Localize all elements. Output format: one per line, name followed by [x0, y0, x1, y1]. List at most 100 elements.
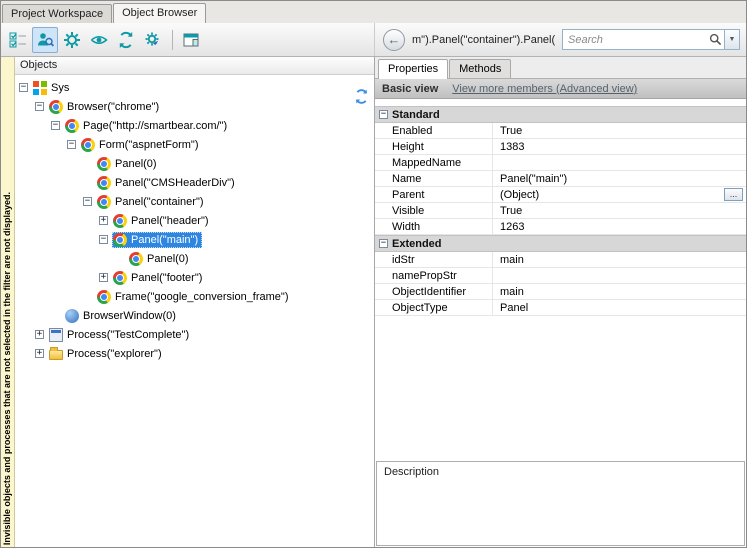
property-row[interactable]: EnabledTrue [375, 123, 746, 139]
property-name: idStr [375, 252, 493, 267]
tree-item[interactable]: −Page("http://smartbear.com/") [15, 116, 374, 135]
section-header[interactable]: −Extended [375, 235, 746, 252]
collapse-icon[interactable]: − [379, 110, 388, 119]
search-box: ▼ [562, 29, 740, 50]
tree-item-label: Panel("main") [131, 234, 198, 246]
tab-methods[interactable]: Methods [449, 59, 511, 78]
description-panel: Description [376, 461, 745, 546]
object-path[interactable]: m").Panel("container").Panel("main") [412, 34, 555, 46]
visibility-eye-icon [90, 31, 108, 49]
tree-item[interactable]: Panel("CMSHeaderDiv") [15, 173, 374, 192]
search-icon[interactable] [706, 33, 724, 46]
tree-item-content[interactable]: Panel(0) [96, 156, 161, 172]
advanced-gear-button[interactable] [140, 27, 166, 53]
chrome-icon [81, 138, 95, 152]
process-window-icon [49, 328, 63, 342]
tree-item-content[interactable]: Panel("header") [112, 213, 213, 229]
tree-item[interactable]: + Process("TestComplete") [15, 325, 374, 344]
collapse-icon[interactable]: − [19, 83, 28, 92]
property-row[interactable]: idStrmain [375, 252, 746, 268]
tree-item[interactable]: + Panel("footer") [15, 268, 374, 287]
tree-item-content[interactable]: Panel("main") [112, 232, 202, 248]
filter-checklist-button[interactable] [5, 27, 31, 53]
tree-item[interactable]: −Sys [15, 78, 374, 97]
expand-icon[interactable]: + [35, 330, 44, 339]
collapse-icon[interactable]: − [67, 140, 76, 149]
property-row[interactable]: Visible True [375, 203, 746, 219]
filter-note-text: Invisible objects and processes that are… [2, 192, 12, 545]
advanced-view-link[interactable]: View more members (Advanced view) [452, 83, 637, 95]
tree-item[interactable]: −Panel("container") [15, 192, 374, 211]
tree-item-content[interactable]: Browser("chrome") [48, 99, 163, 115]
property-name: Visible [375, 203, 493, 218]
back-button[interactable]: ← [383, 29, 405, 51]
expand-icon[interactable]: + [35, 349, 44, 358]
expand-icon[interactable]: + [99, 216, 108, 225]
collapse-icon[interactable]: − [379, 239, 388, 248]
tree-item-content[interactable]: Panel("footer") [112, 270, 206, 286]
search-dropdown-button[interactable]: ▼ [724, 30, 739, 49]
settings-gear-button[interactable] [59, 27, 85, 53]
tab-object-browser[interactable]: Object Browser [113, 3, 206, 23]
tree-item-content[interactable]: Page("http://smartbear.com/") [64, 118, 231, 134]
tree-item-content[interactable]: Panel("container") [96, 194, 208, 210]
tree-item-content[interactable]: Frame("google_conversion_frame") [96, 289, 293, 305]
tree-item-content[interactable]: Sys [32, 80, 73, 96]
ellipsis-button[interactable]: ... [724, 188, 743, 201]
chrome-icon [129, 252, 143, 266]
tree-item[interactable]: −Form("aspnetForm") [15, 135, 374, 154]
refresh-button[interactable] [113, 27, 139, 53]
collapse-icon[interactable]: − [51, 121, 60, 130]
tree-item-label: Process("TestComplete") [67, 329, 189, 341]
property-row[interactable]: Width1263 [375, 219, 746, 235]
property-value: True [500, 205, 522, 217]
property-row[interactable]: ObjectTypePanel [375, 300, 746, 316]
tree-item[interactable]: Frame("google_conversion_frame") [15, 287, 374, 306]
tree-item[interactable]: Panel(0) [15, 249, 374, 268]
property-row[interactable]: Height1383 [375, 139, 746, 155]
property-name: Height [375, 139, 493, 154]
tree-item[interactable]: + Process("explorer") [15, 344, 374, 363]
filter-note-strip: Invisible objects and processes that are… [1, 57, 15, 547]
collapse-icon[interactable]: − [35, 102, 44, 111]
view-bar: Basic view View more members (Advanced v… [375, 79, 746, 99]
property-value: (Object) [500, 189, 539, 201]
tree-item[interactable]: BrowserWindow(0) [15, 306, 374, 325]
tree-item-content[interactable]: Process("TestComplete") [48, 327, 193, 343]
chrome-icon [65, 119, 79, 133]
tree-item-content[interactable]: Process("explorer") [48, 346, 166, 361]
tree-item[interactable]: −Browser("chrome") [15, 97, 374, 116]
tree-item-content[interactable]: Panel(0) [128, 251, 193, 267]
collapse-icon[interactable]: − [83, 197, 92, 206]
property-grid: −StandardEnabledTrueHeight1383MappedName… [375, 99, 746, 461]
property-name: ObjectIdentifier [375, 284, 493, 299]
tab-properties[interactable]: Properties [378, 59, 448, 79]
property-row[interactable]: ObjectIdentifier main [375, 284, 746, 300]
main-content: Invisible objects and processes that are… [1, 57, 746, 547]
property-row[interactable]: namePropStr [375, 268, 746, 284]
collapse-icon[interactable]: − [99, 235, 108, 244]
advanced-gear-icon [144, 31, 162, 49]
tree-item-content[interactable]: BrowserWindow(0) [64, 308, 180, 324]
property-row[interactable]: MappedName [375, 155, 746, 171]
tree-item[interactable]: − Panel("main") [15, 230, 374, 249]
property-value: main [500, 286, 524, 298]
tree-item[interactable]: Panel(0) [15, 154, 374, 173]
tree-item[interactable]: + Panel("header") [15, 211, 374, 230]
tree-item-content[interactable]: Panel("CMSHeaderDiv") [96, 175, 239, 191]
object-spy-icon [36, 31, 54, 49]
property-name: MappedName [375, 155, 493, 170]
chrome-icon [113, 233, 127, 247]
property-row[interactable]: Parent(Object)... [375, 187, 746, 203]
sphere-icon [65, 309, 79, 323]
visibility-eye-button[interactable] [86, 27, 112, 53]
object-spy-button[interactable] [32, 27, 58, 53]
tab-project-workspace[interactable]: Project Workspace [2, 4, 112, 23]
search-input[interactable] [563, 34, 706, 46]
panel-window-button[interactable] [178, 27, 204, 53]
expand-icon[interactable]: + [99, 273, 108, 282]
property-row[interactable]: NamePanel("main") [375, 171, 746, 187]
tree-item-content[interactable]: Form("aspnetForm") [80, 137, 203, 153]
section-header[interactable]: −Standard [375, 106, 746, 123]
tree-item-label: Panel(0) [115, 158, 157, 170]
